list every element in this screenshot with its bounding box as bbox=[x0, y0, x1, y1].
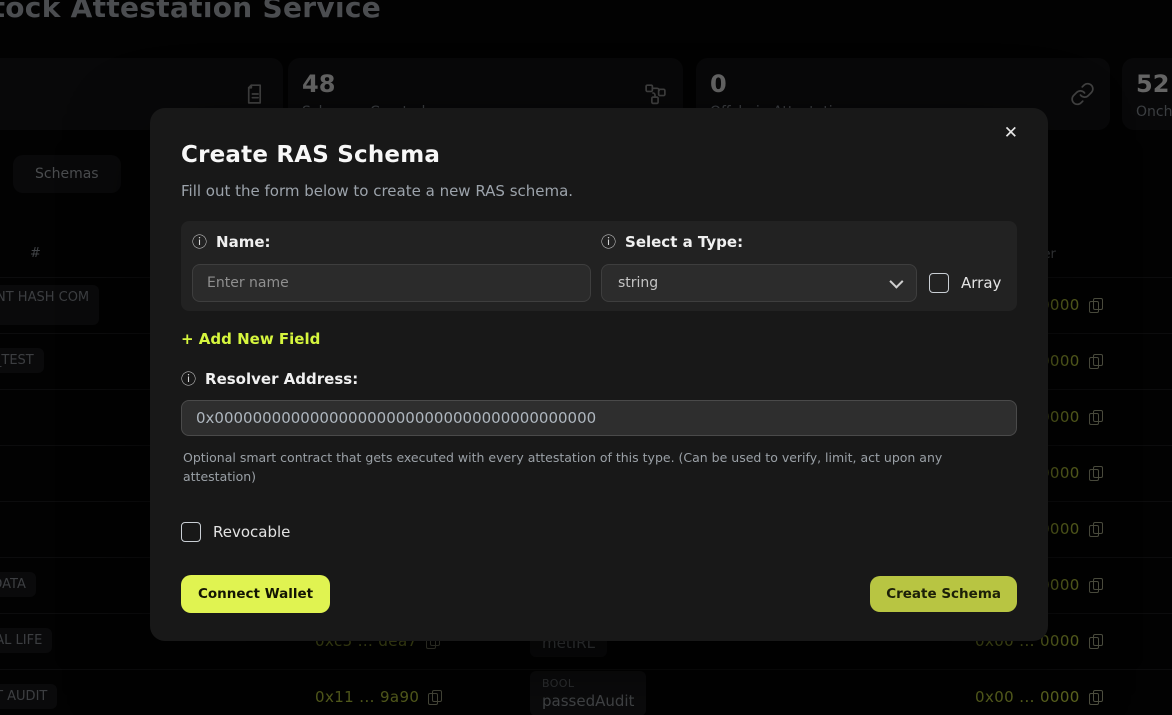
array-label: Array bbox=[961, 274, 1001, 292]
add-new-field-link[interactable]: + Add New Field bbox=[181, 330, 320, 348]
info-icon: ⓘ bbox=[181, 372, 196, 387]
type-select[interactable]: string bbox=[601, 264, 917, 302]
create-schema-modal: ✕ Create RAS Schema Fill out the form be… bbox=[150, 108, 1048, 641]
chevron-down-icon bbox=[889, 275, 903, 289]
info-icon: ⓘ bbox=[192, 235, 207, 250]
info-icon: ⓘ bbox=[601, 235, 616, 250]
resolver-label: Resolver Address: bbox=[205, 370, 358, 388]
name-label: Name: bbox=[216, 233, 270, 251]
modal-subtitle: Fill out the form below to create a new … bbox=[181, 182, 1017, 200]
close-icon[interactable]: ✕ bbox=[1000, 120, 1022, 145]
array-checkbox-row[interactable]: Array bbox=[929, 273, 1001, 293]
resolver-label-row: ⓘ Resolver Address: bbox=[181, 370, 1017, 388]
array-checkbox[interactable] bbox=[929, 273, 949, 293]
name-label-row: ⓘ Name: bbox=[192, 233, 591, 251]
modal-title: Create RAS Schema bbox=[181, 142, 1017, 168]
app-root: Rootstock Attestation Service 48 Schemas… bbox=[0, 0, 1172, 715]
resolver-input[interactable] bbox=[181, 400, 1017, 436]
connect-wallet-button[interactable]: Connect Wallet bbox=[181, 575, 330, 613]
name-input[interactable] bbox=[192, 264, 591, 302]
modal-footer: Connect Wallet Create Schema bbox=[181, 575, 1017, 613]
type-label: Select a Type: bbox=[625, 233, 743, 251]
field-row-panel: ⓘ Name: ⓘ Select a Type: string bbox=[181, 221, 1017, 311]
revocable-checkbox-row[interactable]: Revocable bbox=[181, 522, 290, 542]
create-schema-button[interactable]: Create Schema bbox=[870, 576, 1017, 612]
type-select-value: string bbox=[618, 275, 658, 291]
resolver-help-text: Optional smart contract that gets execut… bbox=[183, 449, 983, 487]
type-label-row: ⓘ Select a Type: bbox=[601, 233, 1006, 251]
revocable-checkbox[interactable] bbox=[181, 522, 201, 542]
revocable-label: Revocable bbox=[213, 523, 290, 541]
